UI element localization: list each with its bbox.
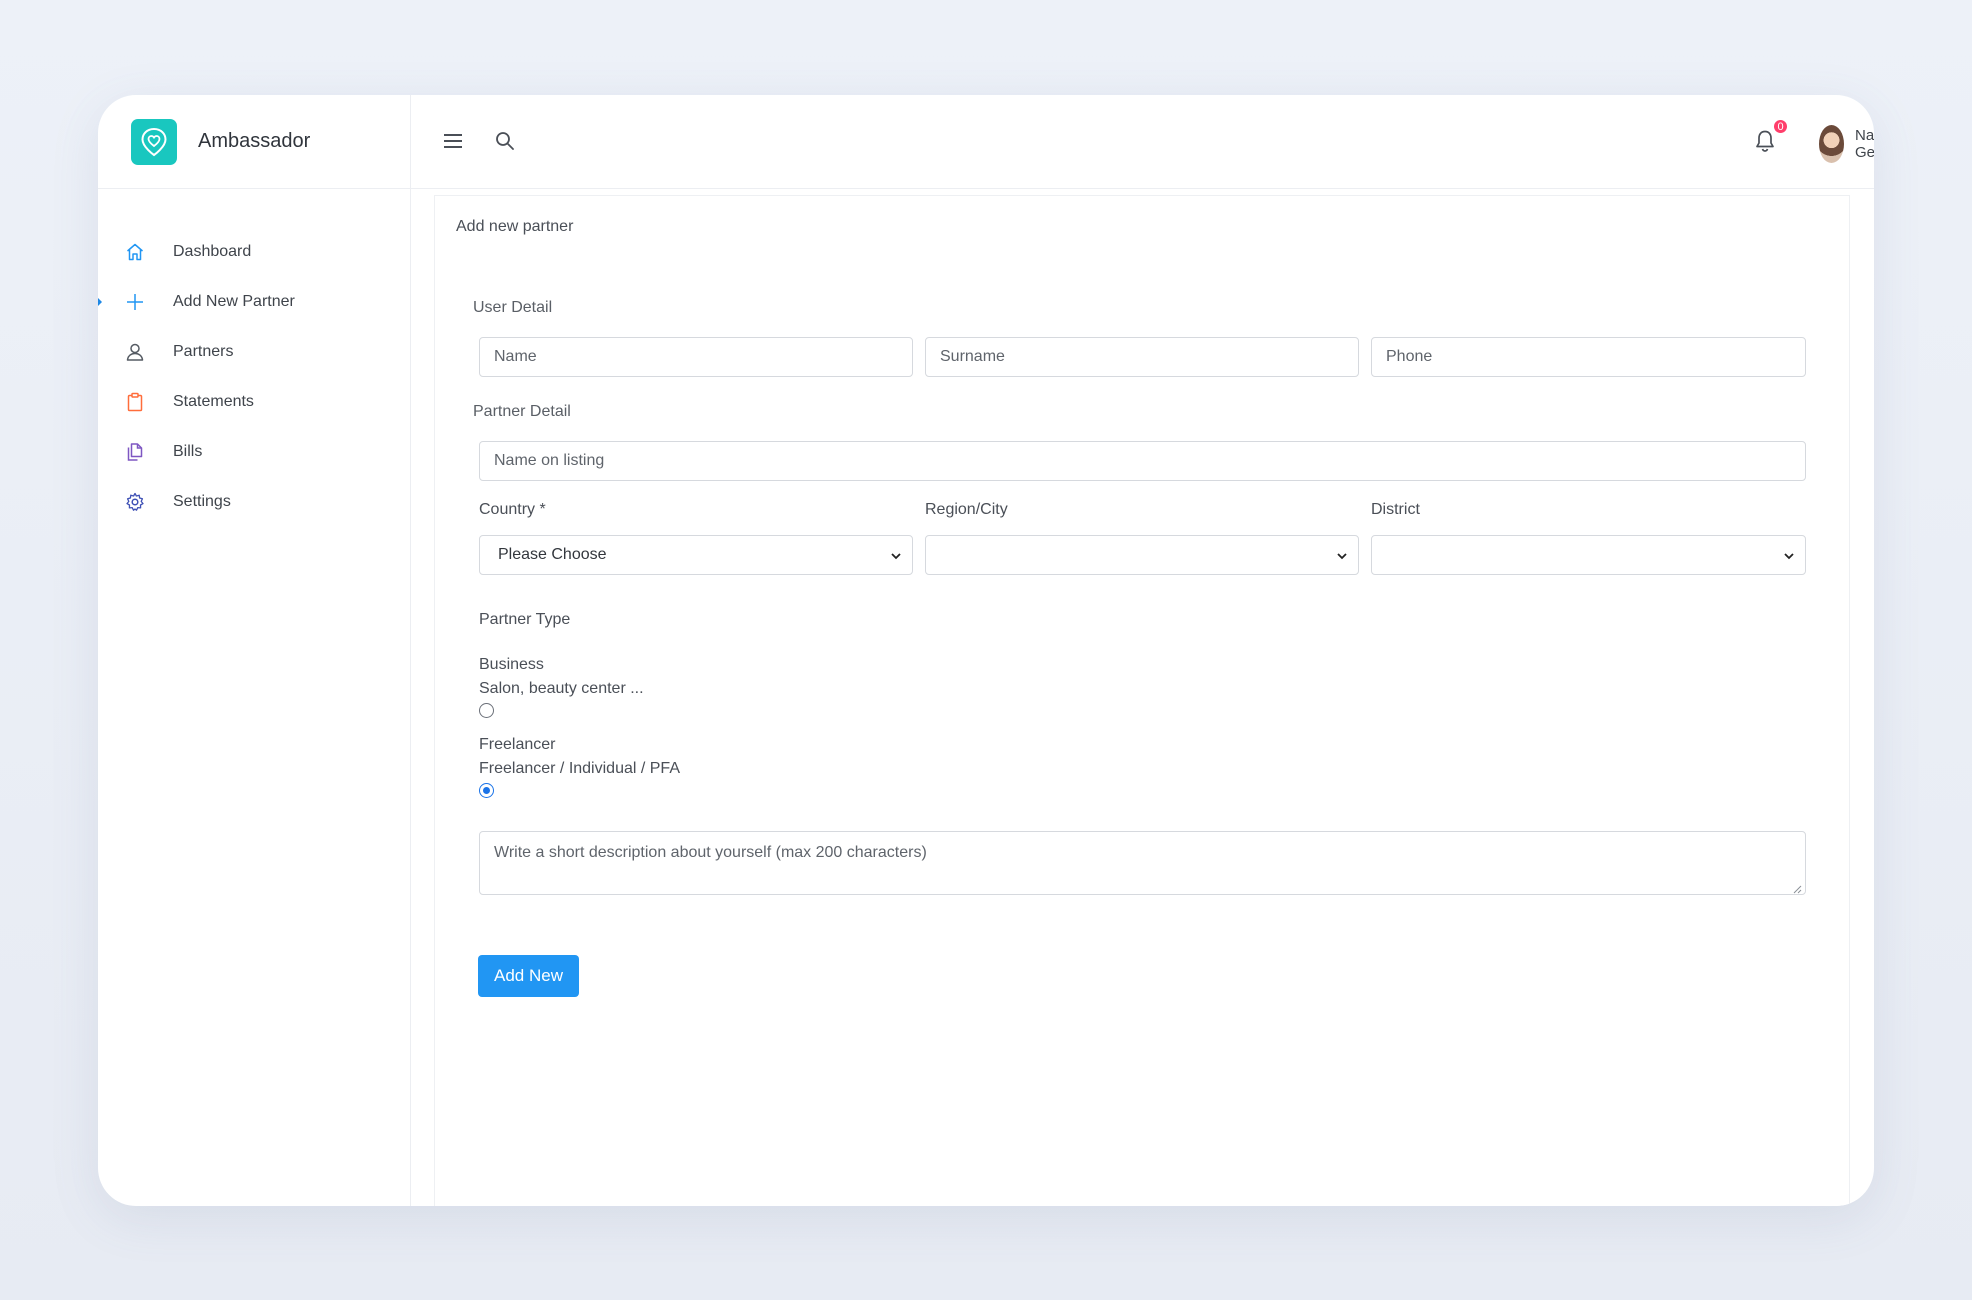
resize-grip-icon[interactable] <box>1792 881 1802 899</box>
surname-input[interactable] <box>925 337 1359 377</box>
region-select[interactable] <box>925 535 1359 575</box>
brand-logo-icon <box>131 118 177 165</box>
country-select-value: Please Choose <box>498 546 607 563</box>
freelancer-description: Freelancer / Individual / PFA <box>479 760 680 777</box>
user-name: Nazlı Genç <box>1855 127 1874 161</box>
sidebar: Ambassador Dashboard Add New Partner Par… <box>98 95 411 1206</box>
chevron-down-icon <box>1783 549 1795 567</box>
sidebar-item-label: Add New Partner <box>173 293 295 310</box>
add-new-button[interactable]: Add New <box>478 955 579 997</box>
country-select[interactable]: Please Choose <box>479 535 913 575</box>
sidebar-item-label: Bills <box>173 443 203 460</box>
sidebar-item-statements[interactable]: Statements <box>98 377 410 427</box>
sidebar-item-settings[interactable]: Settings <box>98 477 410 527</box>
user-icon <box>123 340 147 364</box>
user-menu[interactable]: Nazlı Genç <box>1819 125 1874 163</box>
gear-icon <box>123 490 147 514</box>
search-icon[interactable] <box>493 129 517 153</box>
active-marker <box>98 296 102 308</box>
district-select[interactable] <box>1371 535 1806 575</box>
page-title: Add new partner <box>456 218 574 235</box>
chevron-down-icon <box>890 549 902 567</box>
region-label: Region/City <box>925 501 1008 518</box>
phone-input[interactable] <box>1371 337 1806 377</box>
sidebar-item-bills[interactable]: Bills <box>98 427 410 477</box>
brand[interactable]: Ambassador <box>98 95 410 189</box>
freelancer-title: Freelancer <box>479 736 556 753</box>
app-window: Ambassador Dashboard Add New Partner Par… <box>98 95 1874 1206</box>
business-description: Salon, beauty center ... <box>479 680 644 697</box>
sidebar-nav: Dashboard Add New Partner Partners State… <box>98 189 410 527</box>
sidebar-item-dashboard[interactable]: Dashboard <box>98 227 410 277</box>
name-on-listing-input[interactable] <box>479 441 1806 481</box>
sidebar-item-label: Partners <box>173 343 234 360</box>
sidebar-item-label: Settings <box>173 493 231 510</box>
form-card: Add new partner User Detail Partner Deta… <box>434 195 1850 1206</box>
topbar: 0 Nazlı Genç <box>411 95 1874 189</box>
brand-name: Ambassador <box>198 130 311 152</box>
user-detail-label: User Detail <box>473 299 553 316</box>
notification-bell[interactable]: 0 <box>1754 118 1789 157</box>
sidebar-item-label: Dashboard <box>173 243 252 260</box>
country-label: Country * <box>479 501 546 518</box>
description-textarea[interactable] <box>479 831 1806 895</box>
avatar <box>1819 125 1845 163</box>
hamburger-icon[interactable] <box>441 129 465 153</box>
business-title: Business <box>479 656 544 673</box>
sidebar-item-partners[interactable]: Partners <box>98 327 410 377</box>
name-input[interactable] <box>479 337 913 377</box>
clipboard-icon <box>123 390 147 414</box>
bell-icon <box>1754 130 1776 157</box>
freelancer-radio[interactable] <box>479 783 494 798</box>
home-icon <box>123 240 147 264</box>
district-label: District <box>1371 501 1420 518</box>
notification-badge: 0 <box>1772 118 1789 135</box>
partner-detail-label: Partner Detail <box>473 403 571 420</box>
business-radio[interactable] <box>479 703 494 718</box>
partner-type-label: Partner Type <box>479 611 571 628</box>
sidebar-item-add-new-partner[interactable]: Add New Partner <box>98 277 410 327</box>
sidebar-item-label: Statements <box>173 393 254 410</box>
documents-icon <box>123 440 147 464</box>
plus-icon <box>123 290 147 314</box>
chevron-down-icon <box>1336 549 1348 567</box>
